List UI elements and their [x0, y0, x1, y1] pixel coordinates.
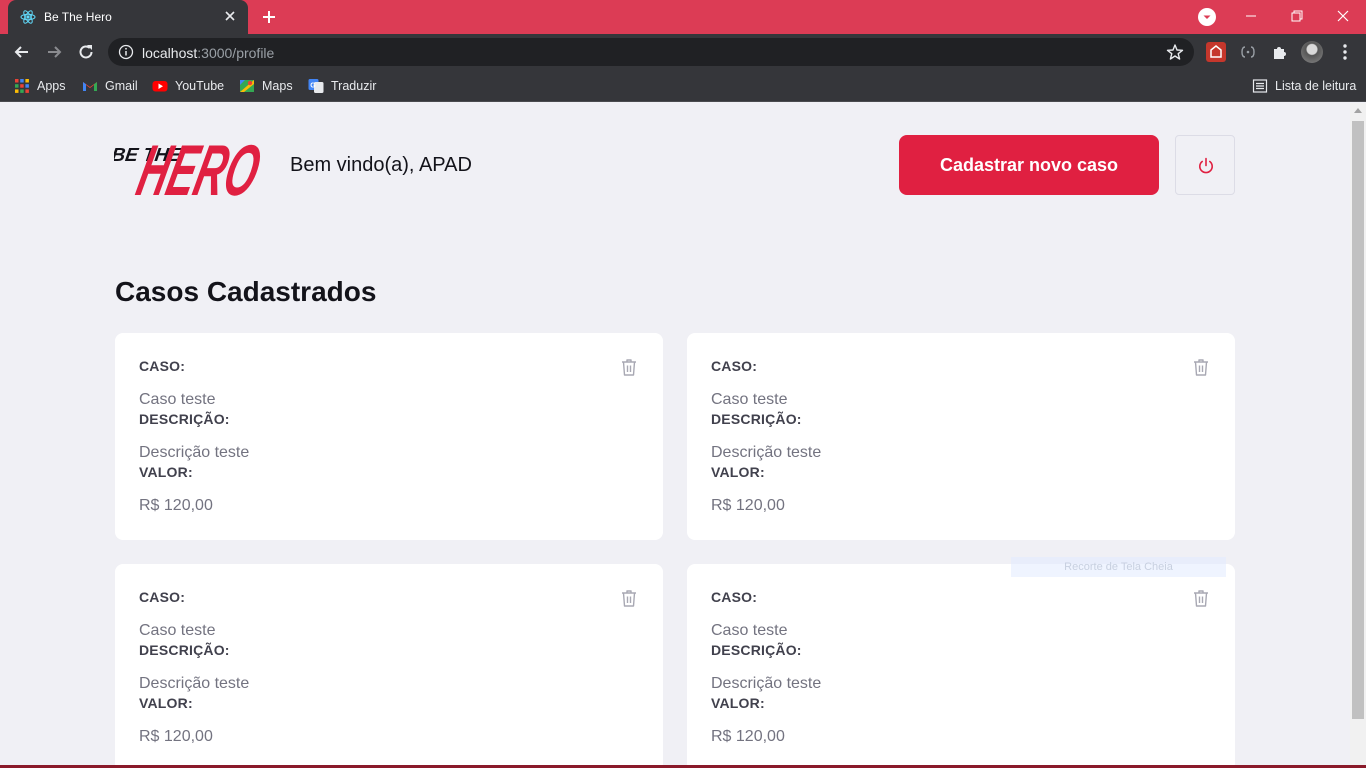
trash-icon[interactable]: [1191, 357, 1211, 377]
profile-avatar[interactable]: [1301, 41, 1323, 63]
new-tab-icon[interactable]: [260, 8, 278, 26]
extensions-puzzle-icon[interactable]: [1270, 42, 1290, 62]
bookmark-label: Traduzir: [331, 79, 377, 93]
scrollbar-thumb[interactable]: [1352, 121, 1364, 719]
translate-icon: G: [308, 79, 324, 93]
case-value: Caso teste: [139, 391, 216, 408]
snip-tooltip: Recorte de Tela Cheia: [1011, 557, 1226, 577]
case-card: CASO: Caso teste DESCRIÇÃO: Descrição te…: [115, 333, 663, 540]
case-card: CASO: Caso teste DESCRIÇÃO: Descrição te…: [687, 564, 1235, 768]
tab-title: Be The Hero: [44, 10, 112, 24]
price-value: R$ 120,00: [139, 728, 213, 745]
bookmark-apps[interactable]: Apps: [14, 77, 66, 95]
case-card: CASO: Caso teste DESCRIÇÃO: Descrição te…: [687, 333, 1235, 540]
gmail-icon: [83, 82, 97, 91]
react-icon: [20, 10, 36, 24]
price-value: R$ 120,00: [139, 497, 213, 514]
bookmark-translate[interactable]: G Traduzir: [308, 77, 376, 95]
bookmarks-bar: Apps Gmail YouTube Maps G Traduzir Lista…: [0, 70, 1366, 102]
case-card: CASO: Caso teste DESCRIÇÃO: Descrição te…: [115, 564, 663, 768]
apps-grid-icon: [15, 79, 29, 93]
bookmark-label: YouTube: [175, 79, 225, 93]
reload-icon[interactable]: [76, 42, 96, 62]
site-info-icon[interactable]: [118, 44, 134, 60]
logout-button[interactable]: [1175, 135, 1235, 195]
new-case-button[interactable]: Cadastrar novo caso: [899, 135, 1159, 195]
bookmark-youtube[interactable]: YouTube: [152, 77, 224, 95]
trash-icon[interactable]: [619, 588, 639, 608]
case-label: CASO:: [139, 589, 186, 605]
menu-kebab-icon[interactable]: [1335, 42, 1355, 62]
url-text: localhost:3000/profile: [142, 45, 275, 61]
scroll-up-arrow-icon[interactable]: [1354, 108, 1362, 113]
case-value: Caso teste: [711, 391, 788, 408]
case-label: CASO:: [711, 589, 758, 605]
tab-search-dropdown-icon[interactable]: [1198, 8, 1216, 26]
description-value: Descrição teste: [711, 675, 822, 692]
price-value: R$ 120,00: [711, 728, 785, 745]
bookmark-star-icon[interactable]: [1166, 43, 1184, 61]
description-label: DESCRIÇÃO:: [139, 411, 230, 427]
reading-list[interactable]: Lista de leitura: [1252, 77, 1356, 95]
value-label: VALOR:: [711, 464, 765, 480]
description-value: Descrição teste: [711, 444, 822, 461]
bookmark-label: Apps: [37, 79, 66, 93]
close-tab-icon[interactable]: [222, 8, 238, 24]
description-label: DESCRIÇÃO:: [711, 411, 802, 427]
be-the-hero-logo: BE THE HERO: [114, 131, 266, 199]
forward-arrow-icon[interactable]: [44, 42, 64, 62]
power-icon: [1199, 157, 1213, 174]
trash-icon[interactable]: [619, 357, 639, 377]
price-value: R$ 120,00: [711, 497, 785, 514]
extension-brackets-icon[interactable]: [1238, 42, 1258, 62]
value-label: VALOR:: [711, 695, 765, 711]
maps-icon: [240, 80, 254, 92]
case-value: Caso teste: [711, 622, 788, 639]
value-label: VALOR:: [139, 464, 193, 480]
bookmark-label: Gmail: [105, 79, 138, 93]
youtube-icon: [152, 81, 168, 92]
cases-title: Casos Cadastrados: [115, 276, 377, 307]
bookmark-gmail[interactable]: Gmail: [82, 77, 138, 95]
browser-tab[interactable]: Be The Hero: [8, 0, 248, 34]
profile-page: BE THE HERO Bem vindo(a), APAD Cadastrar…: [0, 103, 1350, 768]
browser-titlebar: Be The Hero: [0, 0, 1366, 34]
description-value: Descrição teste: [139, 675, 250, 692]
bookmark-label: Maps: [262, 79, 293, 93]
case-label: CASO:: [711, 358, 758, 374]
welcome-message: Bem vindo(a), APAD: [290, 154, 472, 176]
close-window-icon[interactable]: [1320, 0, 1366, 32]
bookmark-maps[interactable]: Maps: [239, 77, 293, 95]
svg-text:G: G: [310, 83, 316, 90]
logo-big-text: HERO: [130, 131, 266, 199]
minimize-window-icon[interactable]: [1228, 0, 1274, 32]
back-arrow-icon[interactable]: [12, 42, 32, 62]
extension-red-icon[interactable]: [1206, 42, 1226, 62]
reading-list-label: Lista de leitura: [1275, 79, 1357, 93]
description-value: Descrição teste: [139, 444, 250, 461]
page-scrollbar[interactable]: [1350, 103, 1366, 768]
restore-window-icon[interactable]: [1274, 0, 1320, 32]
address-bar[interactable]: localhost:3000/profile: [108, 38, 1194, 66]
case-value: Caso teste: [139, 622, 216, 639]
value-label: VALOR:: [139, 695, 193, 711]
description-label: DESCRIÇÃO:: [711, 642, 802, 658]
description-label: DESCRIÇÃO:: [139, 642, 230, 658]
trash-icon[interactable]: [1191, 588, 1211, 608]
browser-toolbar: localhost:3000/profile: [0, 34, 1366, 70]
reading-list-icon: [1252, 79, 1268, 93]
case-label: CASO:: [139, 358, 186, 374]
